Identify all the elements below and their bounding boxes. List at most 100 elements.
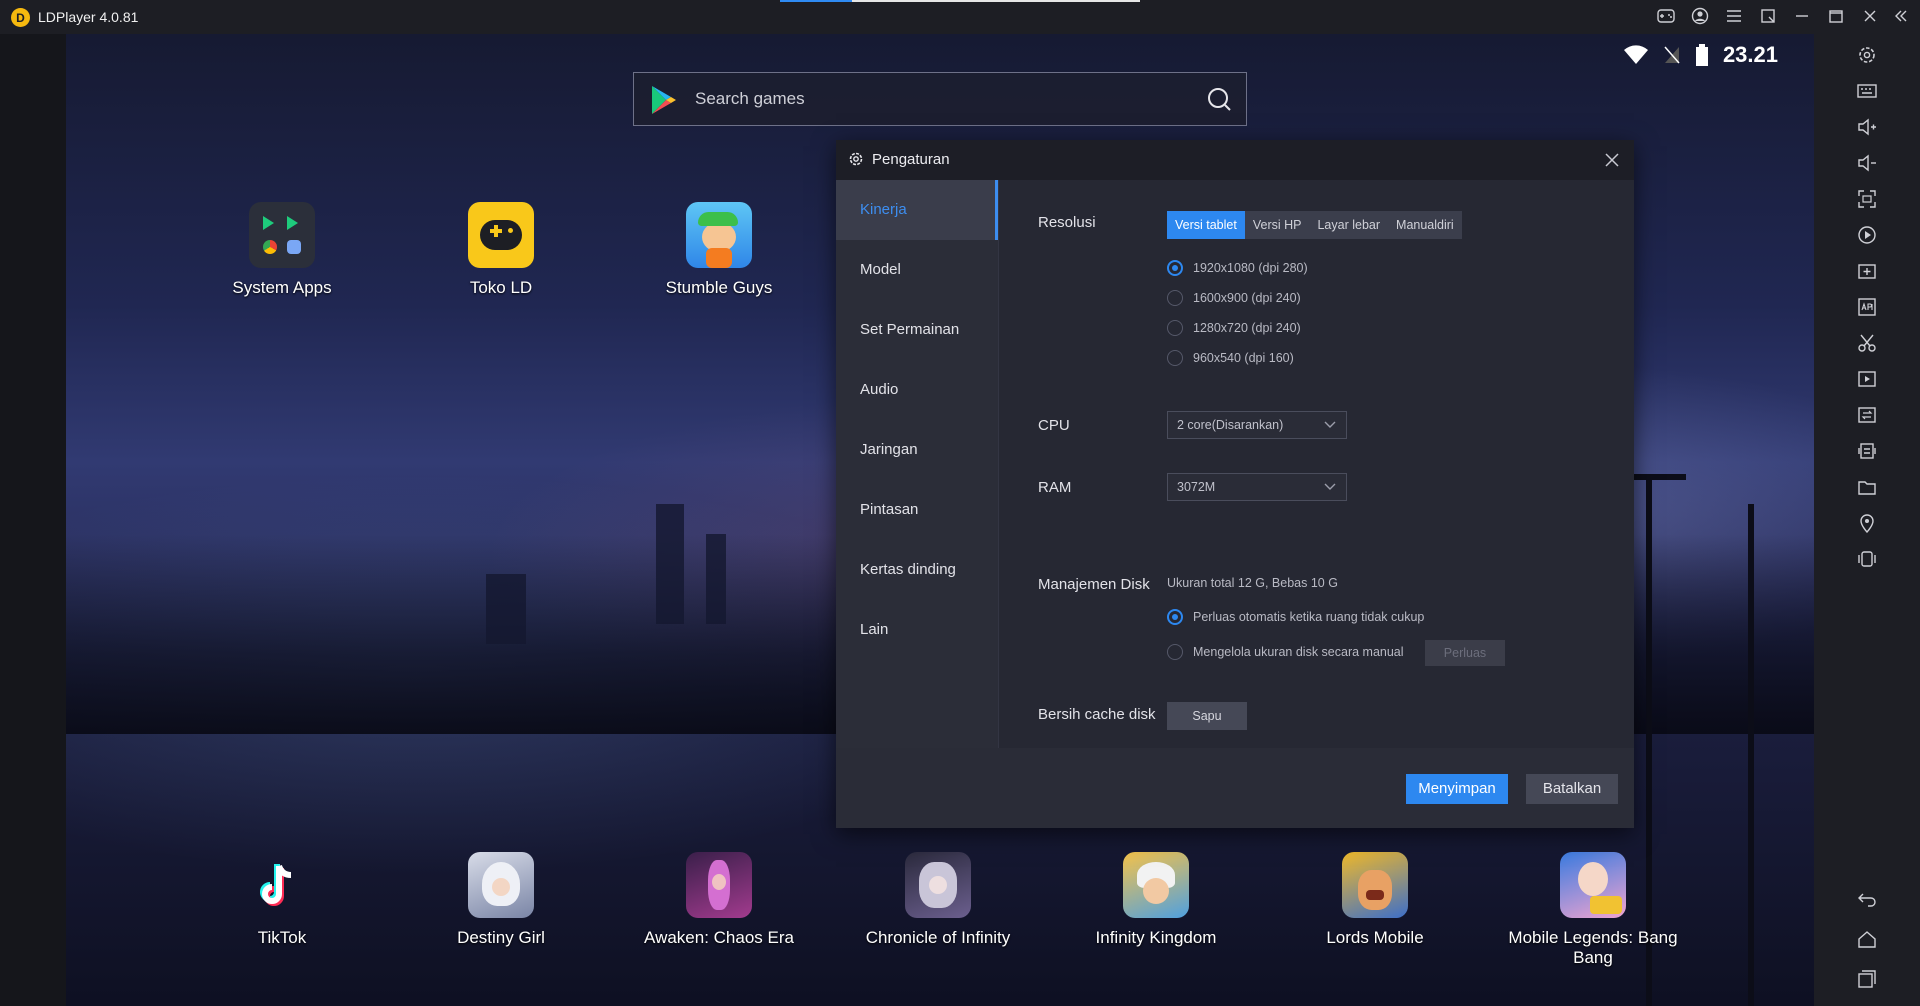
radio-button[interactable]: [1167, 320, 1183, 336]
search-input[interactable]: Search games: [695, 89, 805, 109]
record-icon[interactable]: [1856, 224, 1878, 246]
settings-content: Resolusi Versi tablet Versi HP Layar leb…: [998, 180, 1634, 748]
no-signal-icon: [1664, 46, 1680, 64]
app-label: Stumble Guys: [665, 278, 773, 297]
settings-icon[interactable]: [1856, 44, 1878, 66]
resolution-option-label: 1280x720 (dpi 240): [1193, 321, 1301, 335]
nav-item-audio[interactable]: Audio: [836, 360, 998, 420]
chevron-down-icon: [1324, 421, 1336, 428]
mobile-legends-icon: [1560, 852, 1626, 918]
volume-up-icon[interactable]: [1856, 116, 1878, 138]
app-lords-mobile[interactable]: Lords Mobile: [1295, 852, 1455, 948]
resolution-option-label: 960x540 (dpi 160): [1193, 351, 1294, 365]
tab-layar-lebar[interactable]: Layar lebar: [1309, 211, 1389, 239]
android-status-bar: 23.21: [1623, 42, 1778, 68]
tab-versi-tablet[interactable]: Versi tablet: [1167, 211, 1245, 239]
settings-dialog: Pengaturan Kinerja Model Set Permainan A…: [836, 140, 1634, 828]
shake-icon[interactable]: [1856, 548, 1878, 570]
cancel-button[interactable]: Batalkan: [1526, 774, 1618, 804]
dialog-title: Pengaturan: [872, 151, 950, 168]
awaken-chaos-era-icon: [686, 852, 752, 918]
nav-item-jaringan[interactable]: Jaringan: [836, 420, 998, 480]
resolution-option[interactable]: 1280x720 (dpi 240): [1167, 320, 1301, 336]
scissors-icon[interactable]: [1856, 332, 1878, 354]
back-icon[interactable]: [1856, 888, 1878, 910]
toko-ld-icon: [468, 202, 534, 268]
apk-install-icon[interactable]: [1856, 296, 1878, 318]
video-play-icon[interactable]: [1856, 368, 1878, 390]
system-apps-icon: [249, 202, 315, 268]
app-tiktok[interactable]: TikTok: [202, 852, 362, 948]
resolution-option[interactable]: 1600x900 (dpi 240): [1167, 290, 1301, 306]
resolution-option-label: 1600x900 (dpi 240): [1193, 291, 1301, 305]
app-label: Lords Mobile: [1326, 928, 1424, 947]
nav-item-set-permainan[interactable]: Set Permainan: [836, 300, 998, 360]
resolution-option[interactable]: 1920x1080 (dpi 280): [1167, 260, 1308, 276]
nav-item-kertas-dinding[interactable]: Kertas dinding: [836, 540, 998, 600]
wallpaper-building: [486, 574, 526, 644]
ldplayer-logo-icon: D: [11, 8, 30, 27]
pin-window-icon[interactable]: [1758, 6, 1778, 26]
search-games-bar[interactable]: Search games: [633, 72, 1247, 126]
expand-disk-button[interactable]: Perluas: [1425, 640, 1505, 666]
tiktok-icon: [249, 852, 315, 918]
loading-progress-bar: [780, 0, 1140, 2]
ram-select[interactable]: 3072M: [1167, 473, 1347, 501]
wallpaper-building: [656, 504, 684, 624]
recent-apps-icon[interactable]: [1856, 968, 1878, 990]
radio-button[interactable]: [1167, 644, 1183, 660]
radio-button[interactable]: [1167, 350, 1183, 366]
menu-icon[interactable]: [1724, 6, 1744, 26]
app-label: Chronicle of Infinity: [865, 928, 1011, 947]
gamepad-icon[interactable]: [1656, 6, 1676, 26]
app-label: TikTok: [257, 928, 307, 947]
app-infinity-kingdom[interactable]: Infinity Kingdom: [1076, 852, 1236, 948]
app-toko-ld[interactable]: Toko LD: [421, 202, 581, 298]
resolution-option[interactable]: 960x540 (dpi 160): [1167, 350, 1294, 366]
nav-item-pintasan[interactable]: Pintasan: [836, 480, 998, 540]
nav-item-kinerja[interactable]: Kinerja: [836, 180, 998, 240]
radio-button[interactable]: [1167, 609, 1183, 625]
title-bar: D LDPlayer 4.0.81: [0, 0, 1920, 34]
keyboard-icon[interactable]: [1856, 80, 1878, 102]
nav-item-model[interactable]: Model: [836, 240, 998, 300]
resolution-label: Resolusi: [1038, 214, 1096, 231]
folder-icon[interactable]: [1856, 476, 1878, 498]
operation-record-icon[interactable]: [1856, 440, 1878, 462]
collapse-sidebar-icon[interactable]: [1890, 6, 1910, 26]
cpu-select[interactable]: 2 core(Disarankan): [1167, 411, 1347, 439]
volume-down-icon[interactable]: [1856, 152, 1878, 174]
tab-versi-hp[interactable]: Versi HP: [1244, 211, 1310, 239]
disk-manual-option[interactable]: Mengelola ukuran disk secara manual: [1167, 644, 1404, 660]
wallpaper-lamp-arm: [1626, 474, 1686, 480]
app-label: System Apps: [232, 278, 332, 297]
tab-manualdiri[interactable]: Manualdiri: [1388, 211, 1462, 239]
infinity-kingdom-icon: [1123, 852, 1189, 918]
disk-auto-option[interactable]: Perluas otomatis ketika ruang tidak cuku…: [1167, 609, 1424, 625]
app-destiny-girl[interactable]: Destiny Girl: [421, 852, 581, 948]
app-awaken-chaos-era[interactable]: Awaken: Chaos Era: [639, 852, 799, 948]
chevron-down-icon: [1324, 483, 1336, 490]
sweep-cache-button[interactable]: Sapu: [1167, 702, 1247, 730]
fullscreen-icon[interactable]: [1856, 188, 1878, 210]
radio-button[interactable]: [1167, 260, 1183, 276]
location-icon[interactable]: [1856, 512, 1878, 534]
save-button[interactable]: Menyimpan: [1406, 774, 1508, 804]
wifi-icon: [1623, 45, 1648, 64]
home-icon[interactable]: [1856, 928, 1878, 950]
app-stumble-guys[interactable]: Stumble Guys: [639, 202, 799, 298]
close-icon[interactable]: [1602, 150, 1622, 170]
app-chronicle-of-infinity[interactable]: Chronicle of Infinity: [858, 852, 1018, 948]
app-system-apps[interactable]: System Apps: [202, 202, 362, 298]
radio-button[interactable]: [1167, 290, 1183, 306]
minimize-icon[interactable]: [1792, 6, 1812, 26]
close-window-icon[interactable]: [1860, 6, 1880, 26]
account-icon[interactable]: [1690, 6, 1710, 26]
app-mobile-legends[interactable]: Mobile Legends: Bang Bang: [1503, 852, 1683, 968]
add-window-icon[interactable]: [1856, 260, 1878, 282]
dialog-footer: Menyimpan Batalkan: [836, 748, 1634, 828]
sync-icon[interactable]: [1856, 404, 1878, 426]
search-icon[interactable]: [1206, 86, 1232, 112]
nav-item-lain[interactable]: Lain: [836, 600, 998, 660]
maximize-icon[interactable]: [1826, 6, 1846, 26]
